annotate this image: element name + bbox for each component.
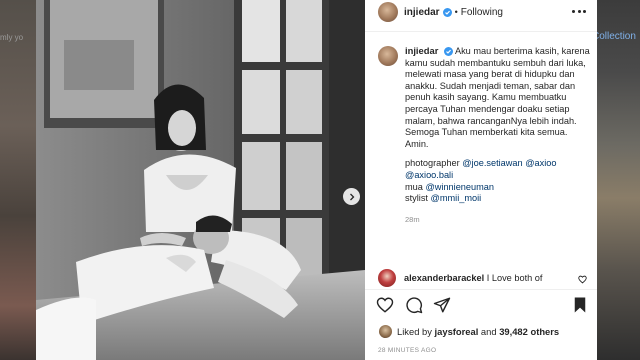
header-divider — [365, 31, 597, 32]
post-photo[interactable] — [36, 0, 365, 360]
credit-label: stylist — [405, 193, 428, 204]
mention-link[interactable]: @winnieneuman — [425, 182, 494, 192]
likes-text: Liked by jaysforeal and 39,482 others — [397, 326, 559, 337]
heart-icon[interactable] — [376, 296, 394, 314]
credit-stylist: stylist @mmii_moii — [405, 193, 592, 205]
likes-count[interactable]: 39,482 others — [499, 326, 559, 337]
comment-text: I Love both of — [486, 273, 543, 283]
credit-mua: mua @winnieneuman — [405, 182, 592, 194]
likes-conjunction: and — [480, 326, 497, 337]
mention-link[interactable]: @axioo — [525, 158, 556, 168]
likes-prefix: Liked by — [397, 326, 432, 337]
liker-avatar — [379, 325, 392, 338]
commenter-username[interactable]: alexanderbarackel — [404, 273, 484, 283]
post-timestamp[interactable]: 28 MINUTES AGO — [378, 347, 436, 354]
author-username[interactable]: injiedar — [404, 7, 440, 18]
caption-username[interactable]: injiedar — [405, 45, 438, 56]
comment-icon[interactable] — [405, 296, 423, 314]
commenter-avatar[interactable] — [378, 269, 396, 287]
more-options-icon[interactable] — [572, 6, 586, 16]
mention-link[interactable]: @axioo.bali — [405, 170, 453, 180]
post-detail-panel: injiedar • Following injiedar Aku mau be… — [365, 0, 597, 360]
post-header: injiedar • Following — [365, 0, 597, 24]
caption-body: injiedar Aku mau berterima kasih, karena… — [405, 45, 592, 225]
background-text-left: mly yo — [0, 33, 24, 42]
paper-plane-icon[interactable] — [433, 296, 451, 314]
mention-link[interactable]: @joe.setiawan — [462, 158, 522, 168]
comment-like-heart-icon[interactable] — [578, 275, 587, 284]
follow-status-button[interactable]: Following — [461, 7, 503, 18]
comment-item: alexanderbarackel I Love both of — [378, 269, 592, 287]
background-page-left — [0, 0, 36, 360]
caption-credits: photographer @joe.setiawan @axioo @axioo… — [405, 158, 592, 204]
credit-label: photographer — [405, 158, 460, 169]
liker-username[interactable]: jaysforeal — [435, 326, 479, 337]
chevron-right-icon — [349, 193, 354, 200]
post-caption: injiedar Aku mau berterima kasih, karena… — [378, 45, 592, 225]
bookmark-icon[interactable] — [572, 296, 588, 314]
caption-author-avatar[interactable] — [378, 46, 398, 66]
post-photo-image — [36, 0, 365, 360]
post-actions — [376, 296, 588, 314]
credit-photographer: photographer @joe.setiawan @axioo @axioo… — [405, 158, 592, 181]
mention-link[interactable]: @mmii_moii — [431, 193, 482, 203]
carousel-next-button[interactable] — [343, 188, 360, 205]
verified-badge-icon — [442, 7, 452, 17]
likes-summary[interactable]: Liked by jaysforeal and 39,482 others — [379, 325, 559, 338]
comment-text-line: alexanderbarackel I Love both of — [404, 273, 574, 283]
author-avatar[interactable] — [378, 2, 398, 22]
caption-text: Aku mau berterima kasih, karena kamu sud… — [405, 46, 590, 149]
background-text-right: Collection — [592, 31, 636, 42]
credit-label: mua — [405, 181, 423, 192]
verified-badge-icon — [443, 47, 453, 57]
background-page-right — [597, 0, 640, 360]
separator-dot: • — [454, 7, 458, 17]
caption-time-ago[interactable]: 28m — [405, 214, 592, 226]
actions-divider — [365, 289, 597, 290]
